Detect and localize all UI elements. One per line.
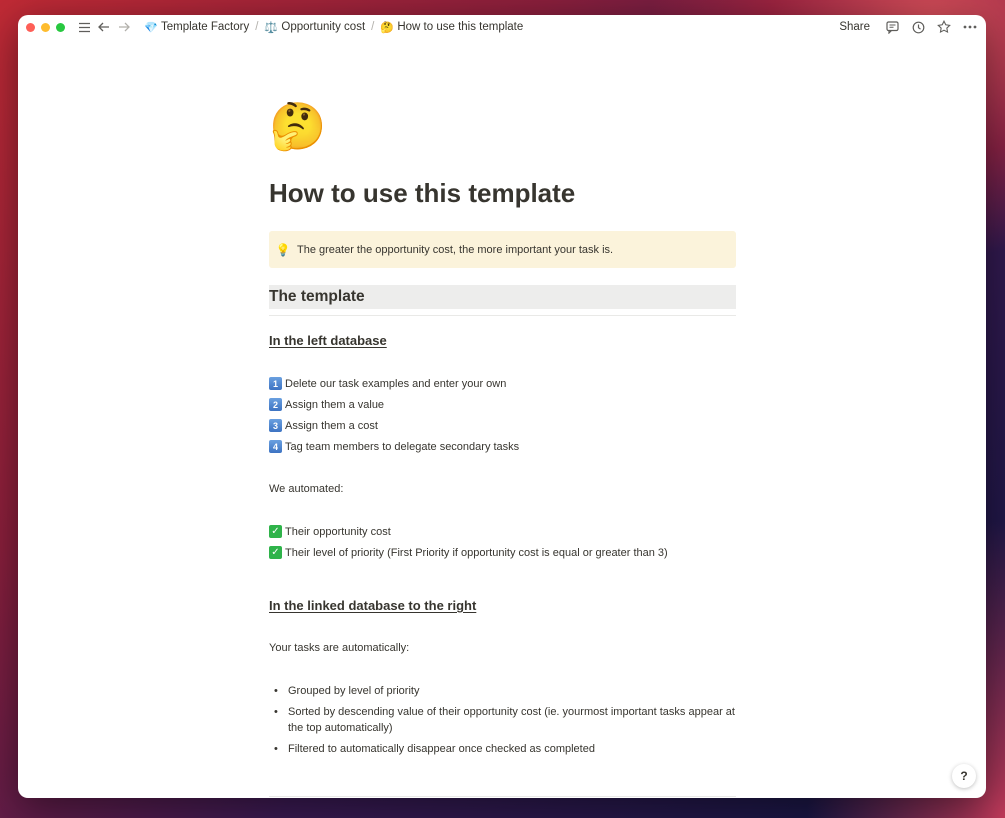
window-controls	[26, 22, 65, 32]
list-item[interactable]: • Filtered to automatically disappear on…	[269, 742, 736, 758]
history-clock-icon[interactable]	[910, 19, 926, 35]
list-item-text: Sorted by descending value of their oppo…	[288, 706, 735, 734]
keycap-four-icon: 4	[269, 440, 282, 453]
help-button[interactable]: ?	[952, 764, 976, 788]
topbar: 💎 Template Factory / ⚖️ Opportunity cost…	[18, 15, 986, 39]
automated-label[interactable]: We automated:	[269, 483, 343, 495]
forward-arrow-icon[interactable]	[115, 18, 133, 36]
step-text: Delete our task examples and enter your …	[285, 377, 507, 390]
keycap-one-icon: 1	[269, 377, 282, 390]
step-item[interactable]: 4 Tag team members to delegate secondary…	[269, 440, 519, 453]
step-text: Tag team members to delegate secondary t…	[285, 440, 520, 453]
keycap-three-icon: 3	[269, 419, 282, 432]
divider	[269, 796, 736, 797]
scales-icon: ⚖️	[264, 21, 279, 34]
step-item[interactable]: 2 Assign them a value	[269, 398, 384, 411]
more-options-icon[interactable]	[962, 19, 978, 35]
automated-item[interactable]: ✓ Their opportunity cost	[269, 525, 391, 538]
close-window-button[interactable]	[26, 22, 35, 32]
breadcrumb-label: How to use this template	[397, 21, 524, 33]
automated-item[interactable]: ✓ Their level of priority (First Priorit…	[269, 546, 668, 559]
bullet-icon: •	[274, 685, 278, 697]
linked-intro[interactable]: Your tasks are automatically:	[269, 642, 409, 654]
favorite-star-icon[interactable]	[936, 19, 952, 35]
sidebar-menu-icon[interactable]	[75, 18, 93, 36]
step-item[interactable]: 3 Assign them a cost	[269, 419, 378, 432]
automated-text: Their level of priority (First Priority …	[285, 546, 668, 559]
breadcrumb-template-factory[interactable]: 💎 Template Factory	[141, 21, 252, 34]
automated-text: Their opportunity cost	[285, 525, 391, 538]
bullet-icon: •	[274, 706, 278, 718]
breadcrumb-separator: /	[371, 21, 375, 33]
step-text: Assign them a value	[285, 398, 385, 411]
breadcrumb-opportunity-cost[interactable]: ⚖️ Opportunity cost	[261, 21, 368, 34]
section-heading-text: The template	[269, 288, 365, 305]
list-item[interactable]: • Sorted by descending value of their op…	[269, 705, 736, 736]
breadcrumb-label: Template Factory	[161, 21, 250, 33]
section-heading[interactable]: The template	[269, 285, 736, 309]
list-item-text: Filtered to automatically disappear once…	[288, 743, 595, 755]
thinking-face-icon: 🤔	[380, 21, 395, 34]
bullet-icon: •	[274, 743, 278, 755]
list-item-text: Grouped by level of priority	[288, 685, 420, 697]
app-window: 💎 Template Factory / ⚖️ Opportunity cost…	[18, 15, 986, 798]
keycap-two-icon: 2	[269, 398, 282, 411]
step-text: Assign them a cost	[285, 419, 378, 432]
gem-icon: 💎	[144, 21, 158, 34]
share-button[interactable]: Share	[835, 21, 874, 33]
page-title[interactable]: How to use this template	[269, 178, 575, 209]
topbar-actions: Share	[835, 19, 978, 35]
divider	[269, 315, 736, 316]
minimize-window-button[interactable]	[41, 22, 50, 32]
lightbulb-icon: 💡	[275, 242, 291, 257]
maximize-window-button[interactable]	[56, 22, 65, 32]
breadcrumb-current-page[interactable]: 🤔 How to use this template	[377, 21, 526, 34]
check-mark-icon: ✓	[269, 546, 282, 559]
linked-database-heading[interactable]: In the linked database to the right	[269, 598, 476, 613]
step-item[interactable]: 1 Delete our task examples and enter you…	[269, 377, 506, 390]
comment-icon[interactable]	[884, 19, 900, 35]
page-icon[interactable]: 🤔	[269, 103, 326, 149]
check-mark-icon: ✓	[269, 525, 282, 538]
callout-block[interactable]: 💡 The greater the opportunity cost, the …	[269, 231, 736, 268]
breadcrumb-label: Opportunity cost	[281, 21, 366, 33]
left-database-heading[interactable]: In the left database	[269, 333, 387, 348]
breadcrumb: 💎 Template Factory / ⚖️ Opportunity cost…	[141, 21, 526, 34]
callout-text: The greater the opportunity cost, the mo…	[297, 243, 614, 256]
list-item[interactable]: • Grouped by level of priority	[269, 684, 736, 700]
back-arrow-icon[interactable]	[95, 18, 113, 36]
breadcrumb-separator: /	[255, 21, 259, 33]
